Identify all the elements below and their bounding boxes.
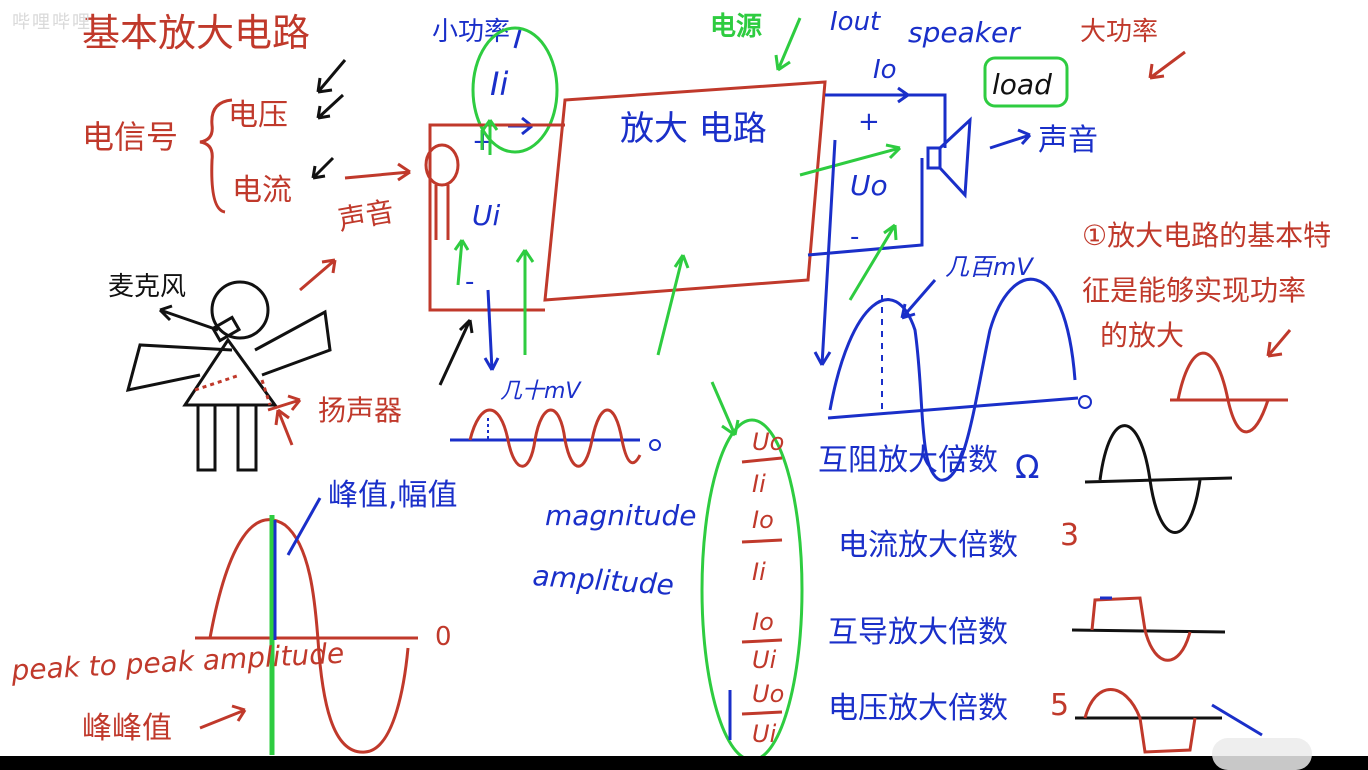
ratio1-denominator: Ii [752, 470, 766, 498]
big-power-label: 大功率 [1080, 17, 1158, 47]
ratio3-label: 互导放大倍数 [828, 615, 1008, 650]
arrow-icon [989, 128, 1032, 150]
speaker-icon [926, 116, 972, 199]
ratio4-denominator: Ui [752, 720, 777, 748]
minus-out-label: - [850, 222, 859, 252]
ratio1-numerator: Uo [752, 428, 784, 456]
arrow-icon [438, 318, 474, 386]
arrow-icon [483, 289, 500, 371]
ratio-1: Uo Ii [741, 428, 784, 498]
io-label: Io [873, 55, 897, 85]
ratio3-denominator: Ui [752, 646, 777, 674]
arrow-icon [274, 408, 294, 446]
peak-label: 峰值,幅值 [328, 478, 458, 513]
speaker-en-label: speaker [908, 16, 1021, 49]
ratio4-numerator: Uo [752, 680, 784, 708]
whiteboard-screen: 基本放大电路 电信号 电压 电流 声音 麦克风 扬声器 小功率 Ii + Ui … [0, 0, 1368, 770]
arrow-icon [316, 93, 345, 120]
voltage-label: 电压 [228, 98, 288, 133]
arrow-icon [286, 497, 322, 556]
ui-label: Ui [472, 199, 500, 232]
arrow-icon [158, 304, 219, 332]
arrow-icon [513, 29, 522, 49]
player-control-button[interactable] [1212, 738, 1312, 770]
output-zero-mark [1078, 395, 1092, 409]
arrow-icon [515, 249, 535, 355]
note-line2: 征是能够实现功率 [1082, 274, 1306, 307]
magnitude-label: magnitude [545, 499, 696, 532]
ii-label: Ii [490, 65, 508, 103]
arrow-icon [774, 17, 802, 72]
amplitude-label: amplitude [532, 559, 675, 602]
iout-label: Iout [830, 7, 881, 37]
watermark-logo: 哔哩哔哩 [12, 12, 92, 33]
ratio2-numerator: Io [752, 506, 774, 534]
bottom-zero: 0 [435, 622, 452, 652]
minus-in-label: - [465, 267, 474, 297]
arrow-icon [1211, 703, 1263, 737]
sound-label: 声音 [335, 195, 396, 237]
ratio2-denominator: Ii [752, 558, 766, 586]
speaker-cn-label: 扬声器 [318, 394, 402, 427]
wave-thumb-2 [1084, 424, 1233, 534]
arrow-icon [194, 373, 272, 406]
input-zero-mark [649, 439, 661, 451]
load-label: load [992, 68, 1052, 101]
signal-label: 电信号 [82, 118, 178, 156]
ratio3-numerator: Io [752, 608, 774, 636]
ratio2-label: 电流放大倍数 [838, 528, 1018, 563]
output-mv-label: 几百mV [945, 253, 1034, 281]
sound-out-label: 声音 [1038, 123, 1098, 158]
ratio1-label: 互阻放大倍数 [818, 443, 998, 478]
drawing-canvas: 基本放大电路 电信号 电压 电流 声音 麦克风 扬声器 小功率 Ii + Ui … [10, 7, 1331, 762]
arrow-icon [1148, 50, 1186, 80]
arrow-icon [311, 156, 335, 180]
current-label: 电流 [232, 173, 292, 208]
p2p-cn-label: 峰峰值 [82, 711, 172, 746]
arrow-icon [1266, 329, 1292, 358]
amp-block-label: 放大 电路 [620, 109, 767, 149]
person-figure [125, 280, 332, 472]
plus-out-label: + [858, 107, 880, 137]
wave-thumb-1 [1170, 351, 1288, 434]
arrow-icon [344, 162, 411, 182]
microphone-stick [434, 185, 450, 240]
ratio2-value: 3 [1060, 518, 1079, 553]
uo-label: Uo [850, 169, 888, 202]
note-line1: ①放大电路的基本特 [1082, 219, 1331, 252]
ratio-2: Io Ii [741, 506, 783, 586]
ratio1-unit: Ω [1015, 448, 1039, 486]
arrow-icon [199, 704, 247, 730]
input-mv-label: 几十mV [500, 379, 582, 404]
p2p-label: peak to peak amplitude [10, 637, 345, 687]
arrow-icon [710, 381, 740, 437]
wave-thumb-3 [1071, 596, 1226, 662]
wave-thumb-4 [1075, 688, 1222, 754]
ratio4-label: 电压放大倍数 [828, 691, 1008, 726]
note-line3: 的放大 [1100, 319, 1184, 352]
ratio4-value: 5 [1050, 688, 1069, 723]
ratio-3: Io Ui [741, 608, 783, 674]
arrow-icon [656, 254, 690, 356]
power-supply-label: 电源 [710, 12, 762, 42]
input-wave [468, 408, 642, 468]
output-axis [827, 396, 1079, 420]
microphone-label: 麦克风 [108, 272, 186, 302]
video-bottom-bar [0, 756, 1368, 770]
arrow-icon [299, 258, 337, 292]
ratio-4: Uo Ui [728, 680, 784, 748]
arrow-icon [316, 59, 347, 94]
